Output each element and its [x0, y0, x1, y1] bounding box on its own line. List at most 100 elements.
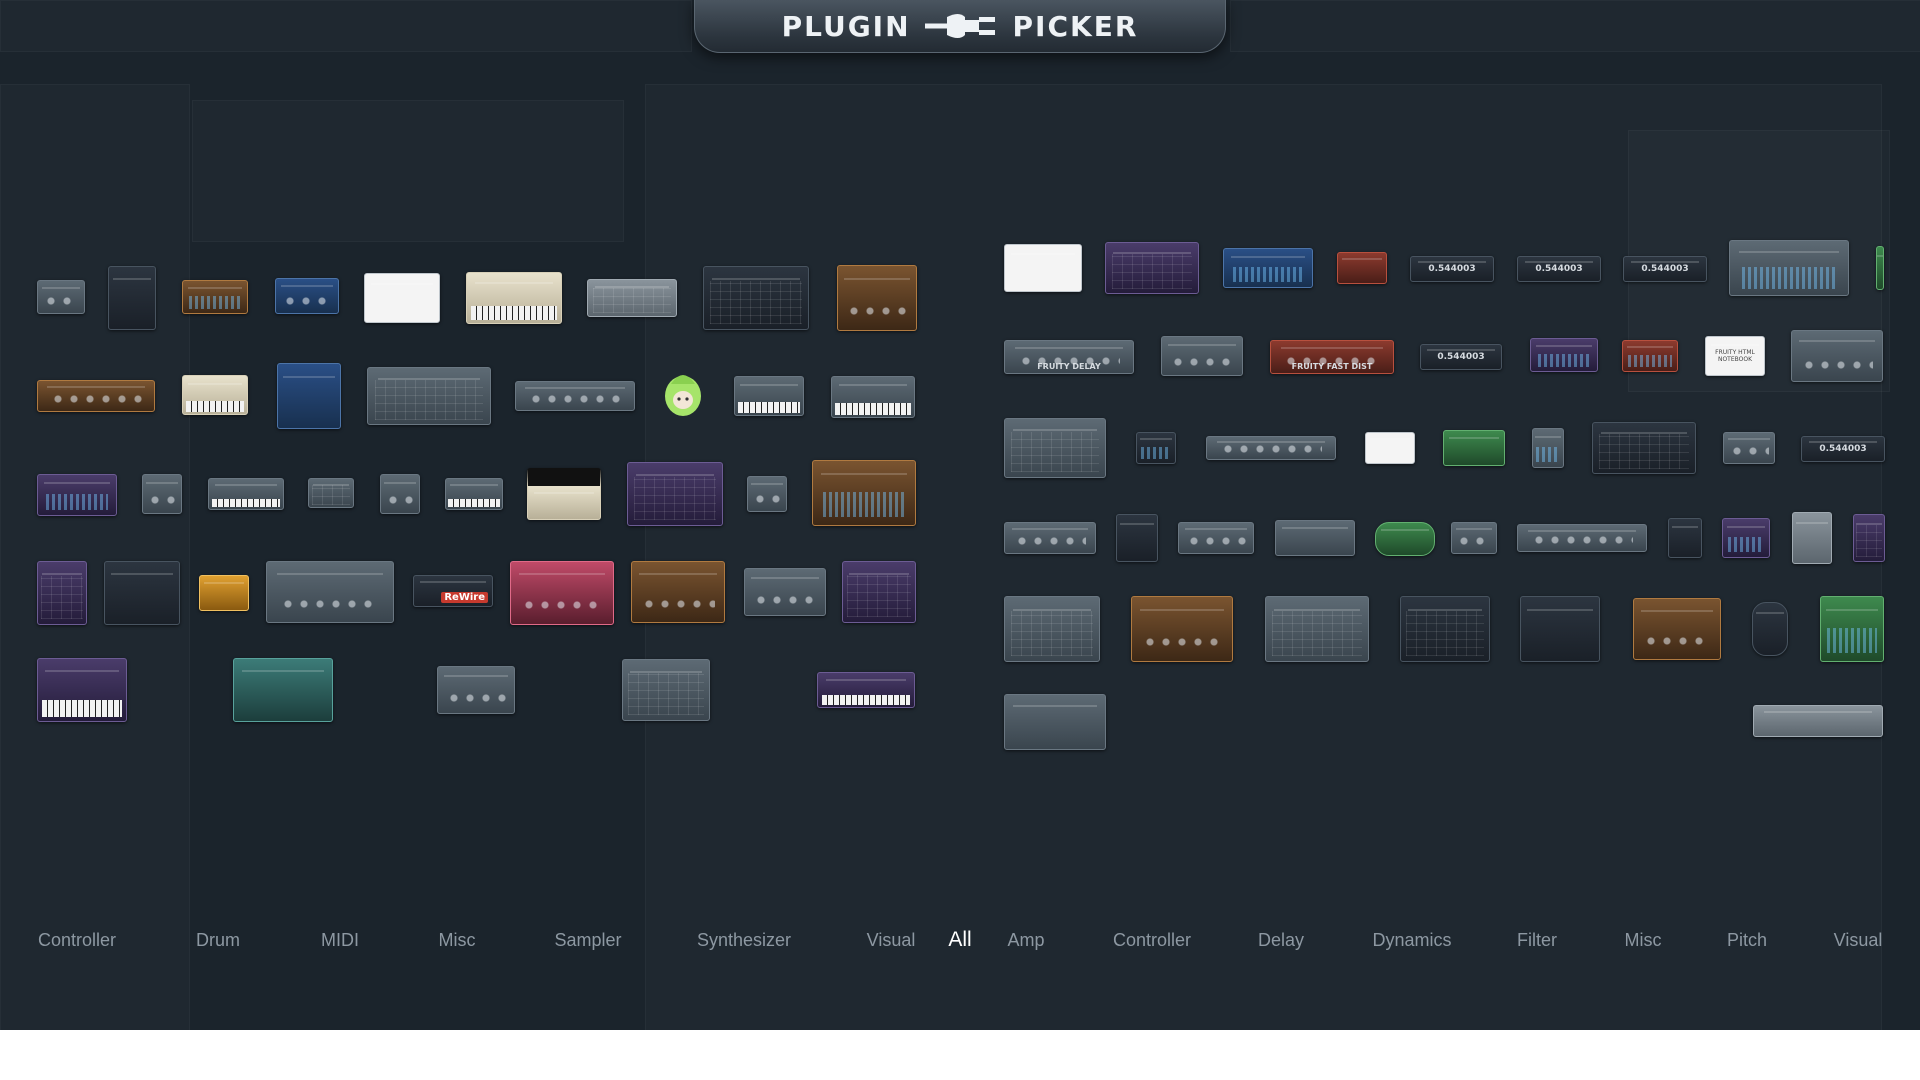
- plugin-thumb[interactable]: [1004, 694, 1106, 750]
- plugin-thumb[interactable]: [587, 279, 677, 317]
- depth-knob-thumb[interactable]: 0.544003: [1517, 256, 1601, 282]
- plugin-thumb[interactable]: [703, 266, 809, 330]
- plugin-thumb[interactable]: [1791, 330, 1883, 382]
- category-all[interactable]: All: [948, 916, 971, 964]
- plugin-thumb[interactable]: [37, 474, 117, 516]
- plugin-thumb[interactable]: [37, 658, 127, 722]
- category-generator-sampler[interactable]: Sampler: [554, 916, 621, 964]
- plugin-thumb[interactable]: [37, 561, 87, 625]
- plugin-thumb[interactable]: [747, 476, 787, 512]
- plugin-thumb[interactable]: [1275, 520, 1355, 556]
- plugin-thumb[interactable]: [631, 561, 725, 623]
- category-effect-misc[interactable]: Misc: [1625, 916, 1662, 964]
- category-generator-misc[interactable]: Misc: [439, 916, 476, 964]
- plugin-thumb[interactable]: [108, 266, 156, 330]
- plugin-thumb[interactable]: [1520, 596, 1600, 662]
- plugin-thumb[interactable]: [812, 460, 916, 526]
- plugin-thumb[interactable]: [1753, 705, 1883, 737]
- plugin-thumb[interactable]: [1265, 596, 1369, 662]
- plugin-thumb[interactable]: [1178, 522, 1254, 554]
- plugin-thumb[interactable]: [831, 376, 915, 418]
- plugin-thumb[interactable]: [308, 478, 354, 508]
- plugin-thumb[interactable]: [142, 474, 182, 514]
- plugin-thumb[interactable]: [1004, 522, 1096, 554]
- plugin-thumb[interactable]: [837, 265, 917, 331]
- rewire-thumb[interactable]: ReWire: [413, 575, 493, 607]
- depth-knob-thumb[interactable]: 0.544003: [1801, 436, 1885, 462]
- fruity-delay-thumb[interactable]: FRUITY DELAY: [1004, 340, 1134, 374]
- plugin-thumb[interactable]: [199, 575, 249, 611]
- plugin-thumb[interactable]: [1223, 248, 1313, 288]
- plugin-thumb[interactable]: [275, 278, 339, 314]
- plugin-thumb[interactable]: [1105, 242, 1199, 294]
- plugin-thumb[interactable]: [1668, 518, 1702, 558]
- plugin-thumb[interactable]: [1400, 596, 1490, 662]
- plugin-thumb[interactable]: [510, 561, 614, 625]
- category-effect-filter[interactable]: Filter: [1517, 916, 1557, 964]
- plugin-thumb[interactable]: [1131, 596, 1233, 662]
- plugin-thumb[interactable]: [277, 363, 341, 429]
- plugin-thumb[interactable]: [1723, 432, 1775, 464]
- plugin-thumb[interactable]: [1592, 422, 1696, 474]
- plugin-thumb[interactable]: [233, 658, 333, 722]
- plugin-thumb[interactable]: [1820, 596, 1884, 662]
- plugin-thumb[interactable]: [37, 280, 85, 314]
- category-effect-dynamics[interactable]: Dynamics: [1372, 916, 1451, 964]
- plugin-thumb[interactable]: [1004, 596, 1100, 662]
- fruity-fast-dist-thumb[interactable]: FRUITY FAST DIST: [1270, 340, 1394, 374]
- depth-knob-thumb[interactable]: 0.544003: [1410, 256, 1494, 282]
- plugin-thumb[interactable]: [1532, 428, 1564, 468]
- depth-knob-thumb[interactable]: 0.544003: [1420, 344, 1502, 370]
- plugin-thumb[interactable]: [1530, 338, 1598, 372]
- category-generator-synthesizer[interactable]: Synthesizer: [697, 916, 791, 964]
- category-effect-pitch[interactable]: Pitch: [1727, 916, 1767, 964]
- category-effect-delay[interactable]: Delay: [1258, 916, 1304, 964]
- plugin-thumb[interactable]: [1004, 418, 1106, 478]
- plugin-thumb[interactable]: [817, 672, 915, 708]
- category-effect-visual[interactable]: Visual: [1834, 916, 1883, 964]
- plugin-thumb[interactable]: [1136, 432, 1176, 464]
- plugin-thumb[interactable]: [744, 568, 826, 616]
- plugin-thumb[interactable]: [1365, 432, 1415, 464]
- plugin-thumb[interactable]: [466, 272, 562, 324]
- plugin-thumb[interactable]: [364, 273, 440, 323]
- category-generator-visual[interactable]: Visual: [867, 916, 916, 964]
- fruity-html-notebook-thumb[interactable]: FRUITY HTML NOTEBOOK: [1705, 336, 1765, 376]
- plugin-thumb[interactable]: [1451, 522, 1497, 554]
- plugin-thumb[interactable]: [104, 561, 180, 625]
- plugin-thumb[interactable]: [437, 666, 515, 714]
- plugin-thumb[interactable]: [37, 380, 155, 412]
- plugin-thumb[interactable]: [515, 381, 635, 411]
- category-effect-controller[interactable]: Controller: [1113, 916, 1191, 964]
- plugin-thumb[interactable]: [1517, 524, 1647, 552]
- plugin-thumb[interactable]: [1722, 518, 1770, 558]
- plugin-thumb[interactable]: [445, 478, 503, 510]
- plugin-thumb[interactable]: [1004, 244, 1082, 292]
- plugin-thumb[interactable]: [1375, 522, 1435, 556]
- plugin-thumb[interactable]: [208, 478, 284, 510]
- plugin-thumb[interactable]: [266, 561, 394, 623]
- category-generator-midi[interactable]: MIDI: [321, 916, 359, 964]
- plugin-thumb[interactable]: [1853, 514, 1885, 562]
- plugin-thumb[interactable]: [527, 468, 601, 520]
- mascot-icon[interactable]: [659, 366, 707, 420]
- category-generator-drum[interactable]: Drum: [196, 916, 240, 964]
- plugin-thumb[interactable]: [1729, 240, 1849, 296]
- category-generator-controller[interactable]: Controller: [38, 916, 116, 964]
- plugin-thumb[interactable]: [1161, 336, 1243, 376]
- category-effect-amp[interactable]: Amp: [1007, 916, 1044, 964]
- plugin-thumb[interactable]: [182, 280, 248, 314]
- depth-knob-thumb[interactable]: 0.544003: [1623, 256, 1707, 282]
- plugin-thumb[interactable]: [842, 561, 916, 623]
- plugin-thumb[interactable]: [1622, 340, 1678, 372]
- plugin-thumb[interactable]: [1752, 602, 1788, 656]
- plugin-thumb[interactable]: [734, 376, 804, 416]
- plugin-thumb[interactable]: [1206, 436, 1336, 460]
- plugin-thumb[interactable]: [1792, 512, 1832, 564]
- plugin-thumb[interactable]: [380, 474, 420, 514]
- plugin-thumb[interactable]: [182, 375, 248, 415]
- plugin-thumb[interactable]: [1443, 430, 1505, 466]
- plugin-thumb[interactable]: [1876, 246, 1884, 290]
- plugin-thumb[interactable]: [367, 367, 491, 425]
- plugin-thumb[interactable]: [627, 462, 723, 526]
